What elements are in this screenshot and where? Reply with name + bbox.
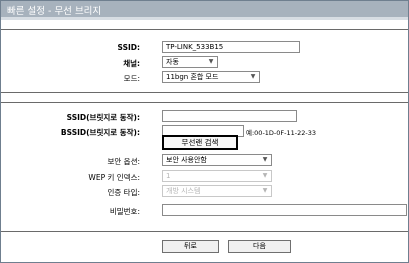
- bridge-ssid-input[interactable]: [162, 110, 297, 122]
- channel-select[interactable]: 자동 ▼: [162, 56, 218, 68]
- security-label: 보안 옵션:: [107, 157, 140, 166]
- chevron-down-icon: ▼: [208, 58, 214, 65]
- wep-index-select[interactable]: 1 ▼: [162, 170, 272, 182]
- bssid-format-hint: 예:00-1D-0F-11-22-33: [246, 129, 316, 137]
- bridge-bssid-label: BSSID(브릿지로 동작):: [60, 128, 140, 137]
- auth-type-value: 개방 시스템: [166, 187, 201, 195]
- title-bar: 빠른 설정 - 무선 브리지: [1, 1, 408, 17]
- next-button[interactable]: 다음: [228, 240, 291, 253]
- chevron-down-icon: ▼: [262, 187, 268, 194]
- divider-middle-2: [1, 102, 408, 103]
- wep-index-label: WEP 키 인덱스:: [88, 173, 140, 182]
- wep-index-value: 1: [166, 172, 171, 180]
- security-select[interactable]: 보안 사용안함 ▼: [162, 154, 272, 166]
- divider-bottom: [1, 231, 408, 232]
- ssid-label: SSID:: [117, 43, 140, 52]
- page-title: 빠른 설정 - 무선 브리지: [7, 6, 102, 17]
- password-input[interactable]: [162, 204, 407, 216]
- chevron-down-icon: ▼: [262, 172, 268, 179]
- survey-button[interactable]: 무선랜 검색: [162, 135, 238, 150]
- auth-type-label: 인증 타입:: [107, 188, 140, 197]
- chevron-down-icon: ▼: [250, 73, 256, 80]
- divider-top: [1, 29, 408, 30]
- channel-value: 자동: [166, 58, 179, 66]
- back-button[interactable]: 뒤로: [162, 240, 219, 253]
- auth-type-select[interactable]: 개방 시스템 ▼: [162, 185, 272, 197]
- mode-label: 모드:: [123, 74, 140, 83]
- ssid-input[interactable]: TP-LINK_533B15: [162, 41, 300, 53]
- wizard-panel: 빠른 설정 - 무선 브리지 SSID: TP-LINK_533B15 채널: …: [0, 0, 409, 263]
- mode-value: 11bgn 혼합 모드: [166, 73, 219, 81]
- channel-label: 채널:: [123, 59, 140, 68]
- password-label: 비밀번호:: [109, 207, 140, 216]
- divider-middle-1: [1, 92, 408, 93]
- title-bar-underline: [1, 17, 408, 20]
- chevron-down-icon: ▼: [262, 156, 268, 163]
- bridge-ssid-label: SSID(브릿지로 동작):: [66, 113, 140, 122]
- security-value: 보안 사용안함: [166, 156, 207, 164]
- mode-select[interactable]: 11bgn 혼합 모드 ▼: [162, 71, 260, 83]
